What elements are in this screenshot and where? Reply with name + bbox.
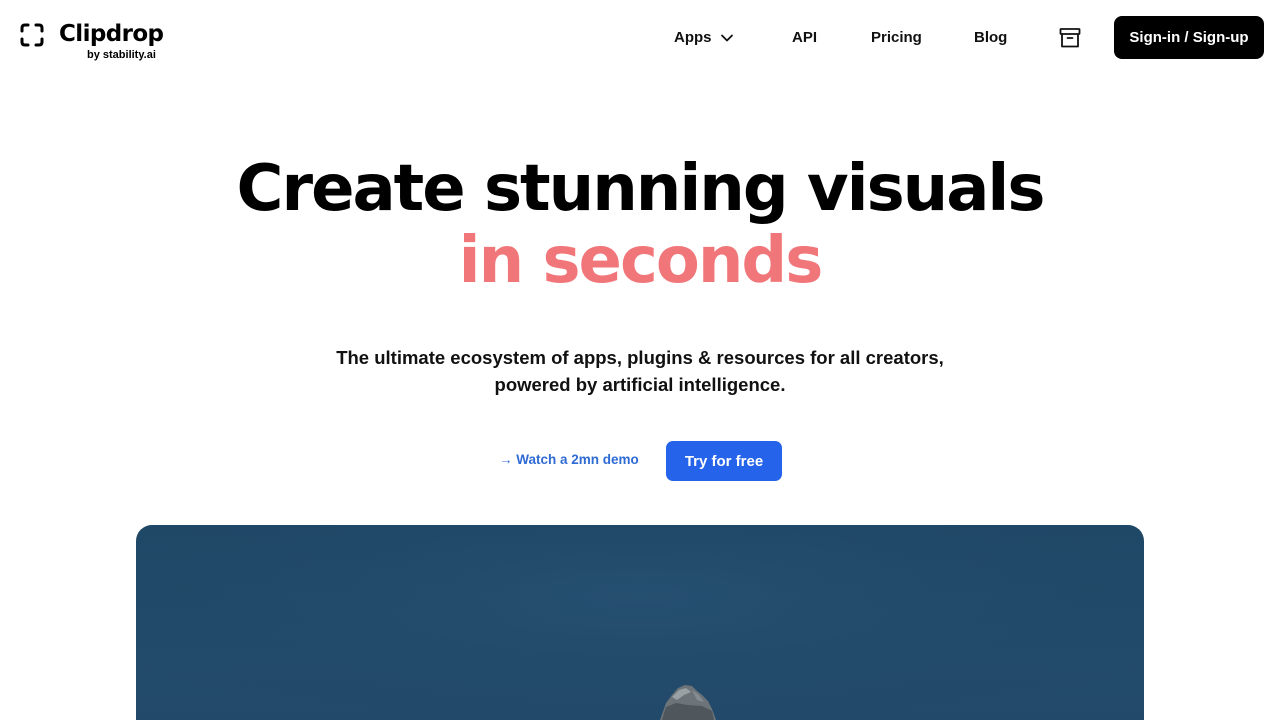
chevron-down-icon — [721, 34, 733, 42]
archive-box-icon[interactable] — [1058, 26, 1082, 50]
hero-title-line-1: Create stunning visuals — [236, 152, 1046, 226]
hero-title-line-2: in seconds — [458, 224, 824, 298]
brand-tagline: by stability.ai — [87, 49, 156, 61]
page: Clipdrop by stability.ai Apps API Pricin… — [0, 0, 1280, 720]
hero-title: Create stunning visuals in seconds — [0, 153, 1280, 297]
site-header: Clipdrop by stability.ai Apps API Pricin… — [0, 0, 1280, 76]
nav-api[interactable]: API — [792, 29, 817, 46]
hero-subtitle: The ultimate ecosystem of apps, plugins … — [0, 344, 1280, 398]
brand-name: Clipdrop — [59, 21, 164, 47]
try-for-free-button[interactable]: Try for free — [666, 441, 782, 481]
signin-signup-button[interactable]: Sign-in / Sign-up — [1114, 16, 1264, 59]
nav-pricing[interactable]: Pricing — [871, 29, 922, 46]
nav-apps-label: Apps — [674, 29, 712, 46]
hero-showcase-image — [136, 525, 1144, 720]
hero-subtitle-line-1: The ultimate ecosystem of apps, plugins … — [336, 347, 944, 368]
nav-apps[interactable]: Apps — [674, 29, 733, 46]
hero-subtitle-line-2: powered by artificial intelligence. — [494, 374, 786, 395]
nav-blog[interactable]: Blog — [974, 29, 1007, 46]
rock-in-water-illustration — [136, 525, 1144, 720]
clipdrop-bracket-icon — [20, 23, 44, 47]
watch-demo-link[interactable]: → Watch a 2mn demo — [499, 452, 639, 467]
